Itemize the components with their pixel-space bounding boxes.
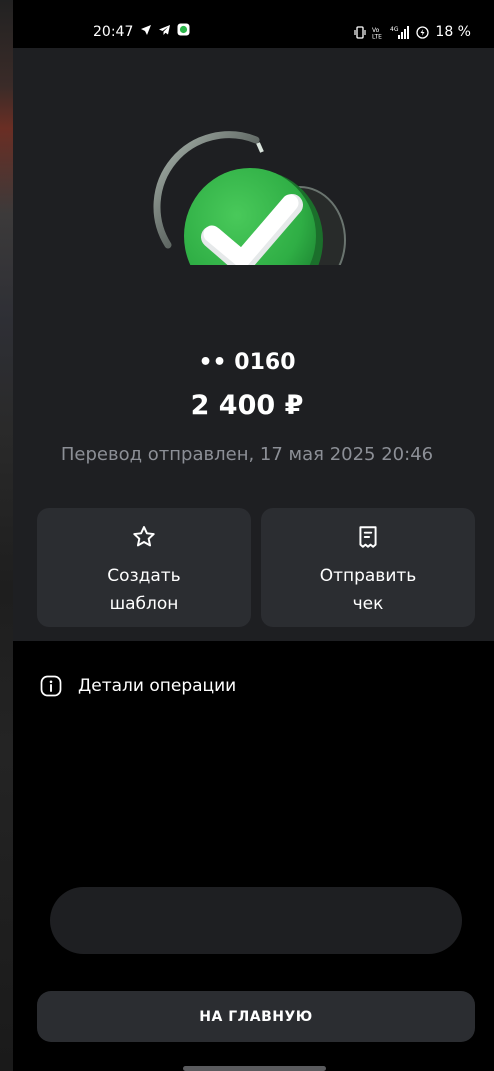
success-check-icon (153, 131, 346, 265)
notification-icons (140, 23, 190, 36)
operation-details-label: Детали операции (78, 676, 237, 696)
vibrate-icon (354, 25, 367, 39)
send-receipt-label: Отправить чек (319, 566, 417, 614)
home-indicator[interactable] (183, 1066, 326, 1071)
network-type: 4G (390, 26, 399, 33)
status-bar: 20:47 Vo LTE 4G 18 % (13, 0, 494, 48)
svg-text:LTE: LTE (372, 33, 382, 39)
system-icons: Vo LTE 4G 18 % (354, 24, 471, 40)
info-icon (40, 675, 62, 697)
navigation-icon (141, 24, 151, 35)
create-template-label: Создать шаблон (107, 566, 181, 614)
go-home-label: НА ГЛАВНУЮ (199, 1008, 313, 1025)
create-template-button[interactable]: Создать шаблон (37, 508, 251, 627)
card-number: •• 0160 (198, 350, 296, 375)
battery-percent: 18 % (435, 24, 471, 40)
transfer-amount: 2 400 ₽ (190, 390, 304, 421)
signal-icon: 4G (390, 26, 410, 39)
send-receipt-button[interactable]: Отправить чек (261, 508, 475, 627)
operation-details-row[interactable]: Детали операции (40, 675, 236, 697)
star-icon (133, 526, 155, 547)
loading-placeholder (50, 887, 462, 954)
background-app-edge (0, 0, 13, 1071)
messenger-icon (177, 23, 190, 36)
battery-icon (416, 25, 430, 39)
transfer-status: Перевод отправлен, 17 мая 2025 20:46 (60, 444, 434, 465)
go-home-button[interactable]: НА ГЛАВНУЮ (37, 991, 475, 1042)
receipt-icon (359, 526, 377, 548)
status-time: 20:47 (93, 24, 134, 40)
volte-icon: VoLTE (372, 27, 382, 39)
telegram-icon (159, 24, 170, 35)
